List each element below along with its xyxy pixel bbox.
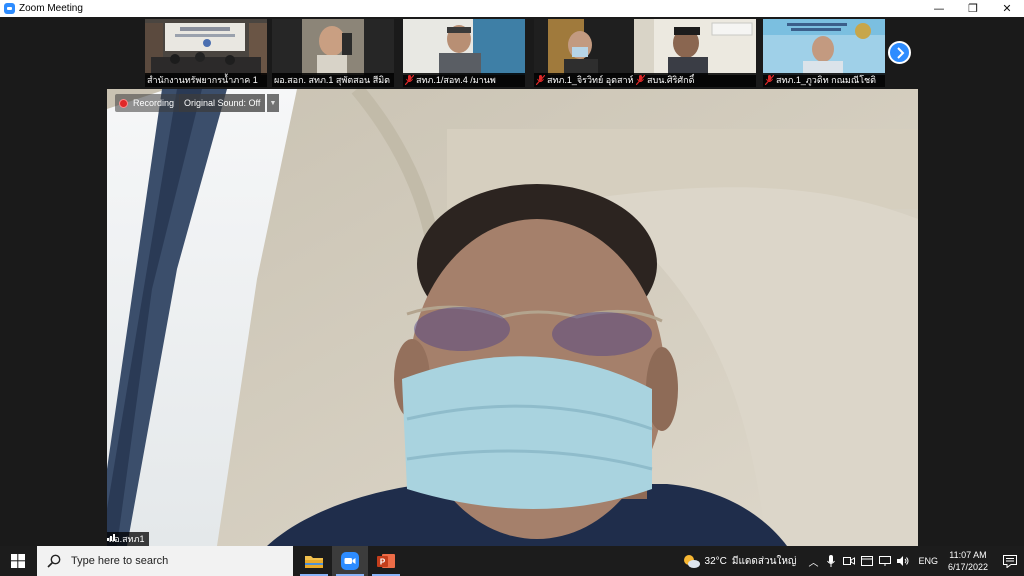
network-icon[interactable]	[877, 546, 893, 576]
windows-logo-icon	[11, 554, 25, 568]
zoom-icon	[341, 552, 359, 570]
participant-name: สทภ.1_จิรวิทย์ อุตสาห์	[547, 75, 634, 85]
taskbar-clock[interactable]: 11:07 AM 6/17/2022	[948, 549, 988, 573]
mic-muted-icon	[636, 75, 645, 85]
participant-video	[634, 19, 756, 75]
meeting-area: สำนักงานทรัพยากรน้ำภาค 1 ผอ.สอก. สทภ.1 ส…	[0, 17, 1024, 546]
participant-name: สทภ.1/สอท.4 /มานพ	[416, 75, 496, 85]
close-button[interactable]: ✕	[990, 0, 1024, 17]
participant-video	[272, 19, 394, 75]
zoom-app-icon	[4, 3, 15, 14]
system-tray: 32°C มีแดดส่วนใหญ่ ︿ ENG 11:07 AM 6/17/2…	[682, 546, 1024, 576]
participant-tile[interactable]: สำนักงานทรัพยากรน้ำภาค 1	[145, 19, 267, 87]
start-button[interactable]	[0, 546, 36, 576]
window-title: Zoom Meeting	[19, 3, 83, 14]
original-sound-dropdown[interactable]: ▼	[267, 94, 279, 112]
input-language-indicator[interactable]: ENG	[918, 556, 938, 566]
taskbar-search-box[interactable]: Type here to search	[37, 546, 293, 576]
mic-muted-icon	[765, 75, 774, 85]
folder-icon	[305, 556, 323, 568]
participant-name: สบน.ศิริศักดิ์	[647, 75, 695, 85]
show-hidden-icons-chevron-icon[interactable]: ︿	[805, 546, 821, 576]
participant-name: ผอ.สอก. สทภ.1 สุพัตสอน สีมิต	[274, 75, 390, 85]
powerpoint-taskbar-button[interactable]: P	[368, 546, 404, 576]
svg-text:P: P	[380, 558, 386, 567]
microphone-icon[interactable]	[823, 546, 839, 576]
onedrive-icon[interactable]	[859, 546, 875, 576]
meet-now-icon[interactable]	[841, 546, 857, 576]
mic-muted-icon	[536, 75, 545, 85]
taskbar: Type here to search P 32°C มีแดดส่วนใหญ่…	[0, 546, 1024, 576]
next-page-button[interactable]	[888, 41, 911, 64]
minimize-button[interactable]: —	[922, 0, 956, 17]
partly-sunny-icon	[683, 555, 700, 568]
weather-widget[interactable]: 32°C มีแดดส่วนใหญ่	[682, 554, 796, 569]
speaker-name-tag: ผอ.สทภ1	[107, 532, 149, 546]
signal-strength-icon	[107, 534, 115, 541]
powerpoint-icon: P	[377, 554, 395, 568]
chevron-right-icon	[896, 46, 904, 59]
participant-name: สำนักงานทรัพยากรน้ำภาค 1	[147, 75, 258, 85]
volume-icon[interactable]	[895, 546, 911, 576]
search-icon	[47, 554, 61, 568]
original-sound-button[interactable]: Original Sound: Off	[179, 94, 266, 112]
zoom-taskbar-button[interactable]	[332, 546, 368, 576]
speaker-video-frame	[107, 89, 918, 546]
file-explorer-taskbar-button[interactable]	[296, 546, 332, 576]
participant-tile[interactable]: สบน.ศิริศักดิ์	[634, 19, 756, 87]
chevron-down-icon: ▼	[269, 99, 277, 107]
participant-tile[interactable]: ผอ.สอก. สทภ.1 สุพัตสอน สีมิต	[272, 19, 394, 87]
restore-button[interactable]: ❐	[956, 0, 990, 17]
clock-date: 6/17/2022	[947, 562, 988, 572]
record-icon	[119, 98, 128, 108]
window-controls: — ❐ ✕	[922, 0, 1024, 17]
participant-tile[interactable]: สทภ.1_ภูวดิท กณมณีโชติ	[763, 19, 885, 87]
participant-video	[403, 19, 525, 75]
recording-indicator[interactable]: Recording	[115, 94, 181, 112]
participant-video	[145, 19, 267, 75]
mic-muted-icon	[405, 75, 414, 85]
active-speaker-video[interactable]: Recording Original Sound: Off ▼ ผอ.สทภ1	[107, 89, 918, 546]
title-bar: Zoom Meeting — ❐ ✕	[0, 0, 1024, 17]
participant-video	[763, 19, 885, 75]
notification-center-button[interactable]	[996, 546, 1024, 576]
participant-name: สทภ.1_ภูวดิท กณมณีโชติ	[776, 75, 877, 85]
clock-time: 11:07 AM	[949, 550, 987, 560]
notification-icon	[1003, 554, 1017, 568]
participant-tile[interactable]: สทภ.1/สอท.4 /มานพ	[403, 19, 525, 87]
